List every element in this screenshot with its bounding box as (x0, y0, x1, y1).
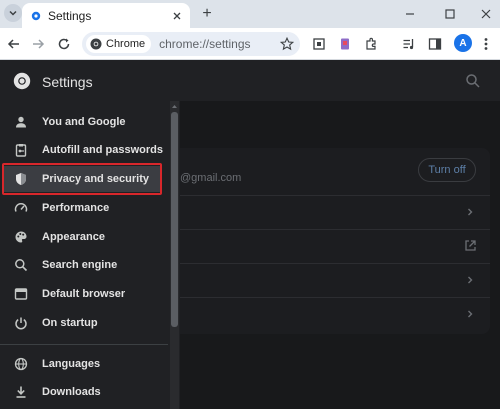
sidebar-item-label: Default browser (42, 288, 126, 300)
palette-icon (13, 229, 29, 245)
clipboard-key-icon (13, 142, 29, 158)
maximize-button[interactable] (432, 0, 468, 28)
shield-icon (13, 171, 29, 187)
sidebar-item-search-engine[interactable]: Search engine (2, 252, 162, 278)
sidebar-item-label: Downloads (42, 386, 101, 398)
sidebar-item-performance[interactable]: Performance (2, 195, 162, 221)
sidebar-item-label: On startup (42, 317, 98, 329)
close-icon[interactable] (168, 7, 186, 25)
sidebar-item-languages[interactable]: Languages (2, 351, 162, 377)
power-icon (13, 315, 29, 331)
extension-app-icon (341, 38, 349, 50)
scrollbar-thumb[interactable] (171, 112, 178, 327)
url-text[interactable]: chrome://settings (159, 37, 276, 51)
media-controls-button[interactable] (397, 32, 421, 56)
sidebar-item-label: Search engine (42, 259, 118, 271)
gear-icon (31, 11, 41, 20)
browser-window-icon (13, 286, 29, 302)
sidebar-item-appearance[interactable]: Appearance (2, 224, 162, 250)
chrome-logo-icon (90, 38, 102, 50)
speedometer-icon (13, 200, 29, 216)
page-title: Settings (42, 74, 93, 90)
extension-button[interactable] (333, 32, 357, 56)
minimize-icon (406, 13, 414, 15)
screenshot-icon (313, 38, 325, 50)
tab-settings[interactable]: Settings (22, 3, 190, 28)
chrome-logo-icon (13, 72, 31, 90)
search-icon[interactable] (465, 73, 481, 89)
turn-off-button[interactable]: Turn off (418, 158, 476, 182)
sidebar-item-downloads[interactable]: Downloads (2, 379, 162, 405)
side-panel-button[interactable] (423, 32, 447, 56)
bookmark-star-icon[interactable] (276, 33, 298, 55)
close-icon (481, 9, 491, 19)
window-close-button[interactable] (468, 0, 500, 28)
music-list-icon (403, 39, 414, 50)
sidebar-item-label: Appearance (42, 231, 105, 243)
sidebar-item-autofill[interactable]: Autofill and passwords (2, 137, 164, 163)
maximize-icon (445, 9, 455, 19)
chevron-down-icon (9, 10, 17, 16)
chevron-right-icon[interactable] (465, 207, 475, 217)
screenshot-button[interactable] (307, 32, 331, 56)
back-button[interactable] (2, 32, 26, 56)
tab-strip: Settings + (0, 0, 500, 28)
sidebar-item-label: Autofill and passwords (42, 144, 164, 156)
account-email: @gmail.com (180, 172, 242, 184)
extensions-button[interactable] (359, 32, 383, 56)
forward-button[interactable] (26, 32, 50, 56)
sidebar-item-label: Privacy and security (42, 173, 150, 185)
site-info-chip[interactable]: Chrome (86, 35, 152, 53)
sidebar-item-label: Languages (42, 358, 101, 370)
sidebar-item-you-and-google[interactable]: You and Google (2, 109, 162, 135)
sidebar-divider (0, 344, 168, 345)
chip-label: Chrome (106, 38, 146, 50)
browser-toolbar: Chrome chrome://settings A (0, 28, 500, 60)
more-vertical-icon (484, 38, 488, 50)
puzzle-icon (366, 37, 376, 50)
profile-avatar[interactable]: A (454, 34, 472, 52)
search-icon (13, 257, 29, 273)
row-divider (180, 195, 490, 196)
new-tab-button[interactable]: + (197, 4, 217, 24)
side-panel-icon (428, 38, 442, 50)
reload-icon (58, 38, 70, 50)
scroll-up-arrow-icon[interactable] (171, 103, 178, 110)
row-divider (180, 263, 490, 264)
tab-title: Settings (48, 8, 92, 23)
row-divider (180, 229, 490, 230)
sidebar-item-default-browser[interactable]: Default browser (2, 281, 162, 307)
sidebar-item-privacy-and-security[interactable]: Privacy and security (2, 166, 162, 192)
external-link-icon[interactable] (464, 239, 477, 252)
sidebar-item-label: You and Google (42, 116, 126, 128)
chevron-right-icon[interactable] (465, 275, 475, 285)
person-icon (13, 114, 29, 130)
omnibox[interactable]: Chrome chrome://settings (82, 32, 300, 56)
globe-icon (13, 356, 29, 372)
sidebar-item-on-startup[interactable]: On startup (2, 310, 162, 336)
tab-search-button[interactable] (4, 4, 22, 22)
chrome-menu-button[interactable] (474, 32, 498, 56)
reload-button[interactable] (52, 32, 76, 56)
sidebar-item-label: Performance (42, 202, 110, 214)
row-divider (180, 297, 490, 298)
arrow-left-icon (7, 39, 19, 49)
arrow-right-icon (33, 39, 45, 49)
chevron-right-icon[interactable] (465, 309, 475, 319)
minimize-button[interactable] (392, 0, 428, 28)
download-icon (13, 384, 29, 400)
